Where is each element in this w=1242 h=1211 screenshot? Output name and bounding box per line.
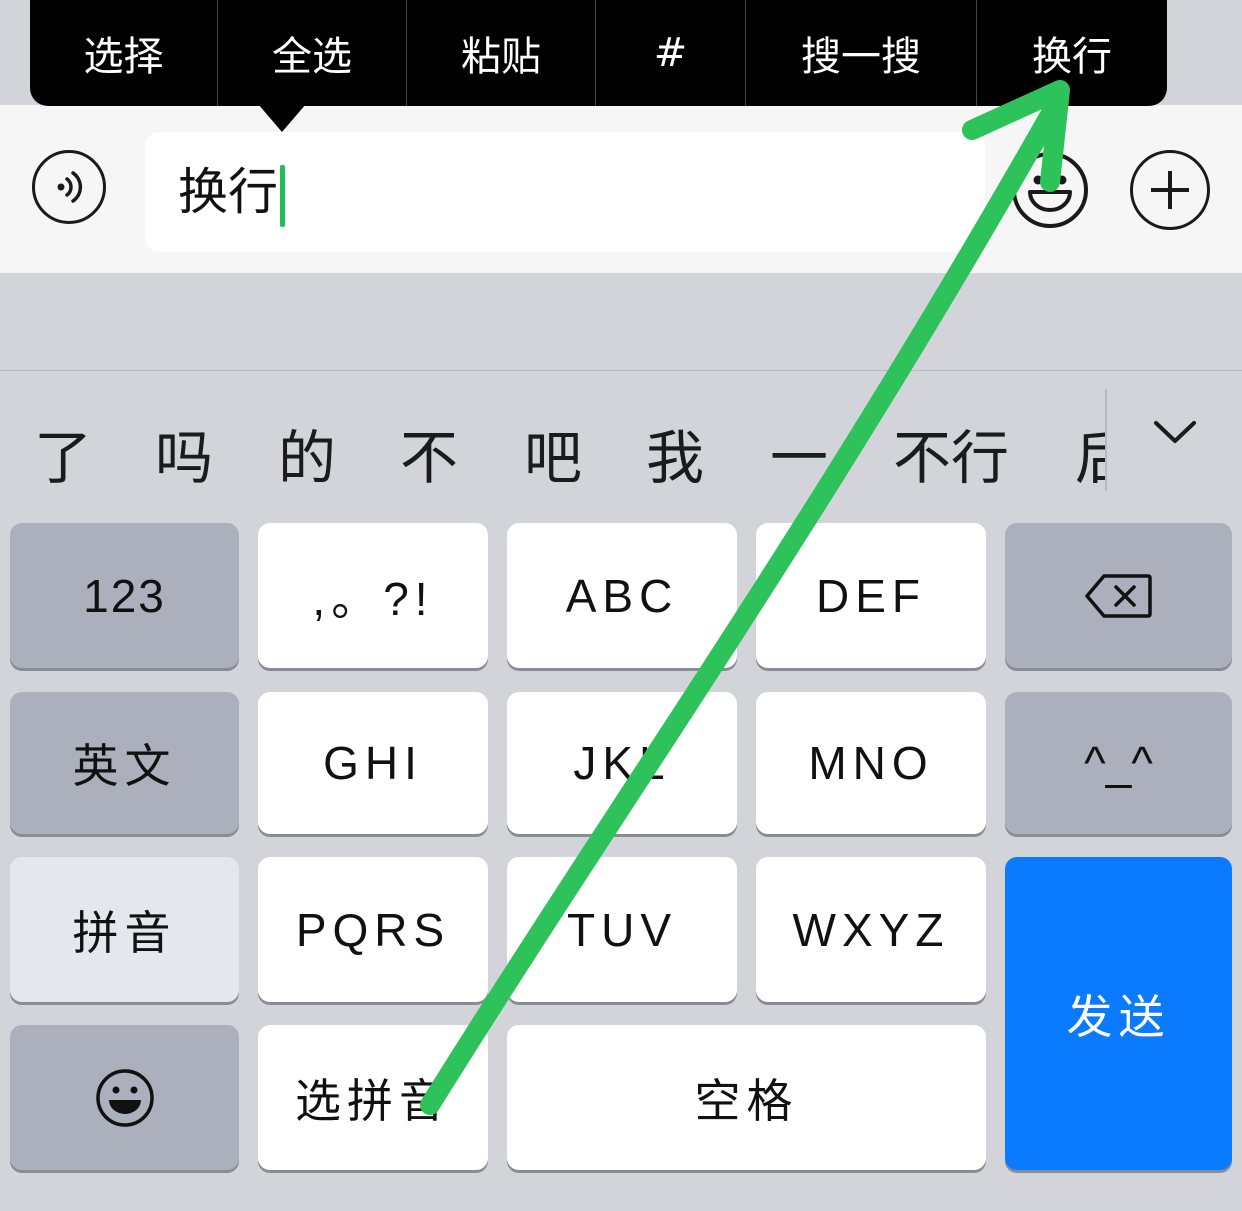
green-arrow-annotation (420, 80, 1070, 1115)
